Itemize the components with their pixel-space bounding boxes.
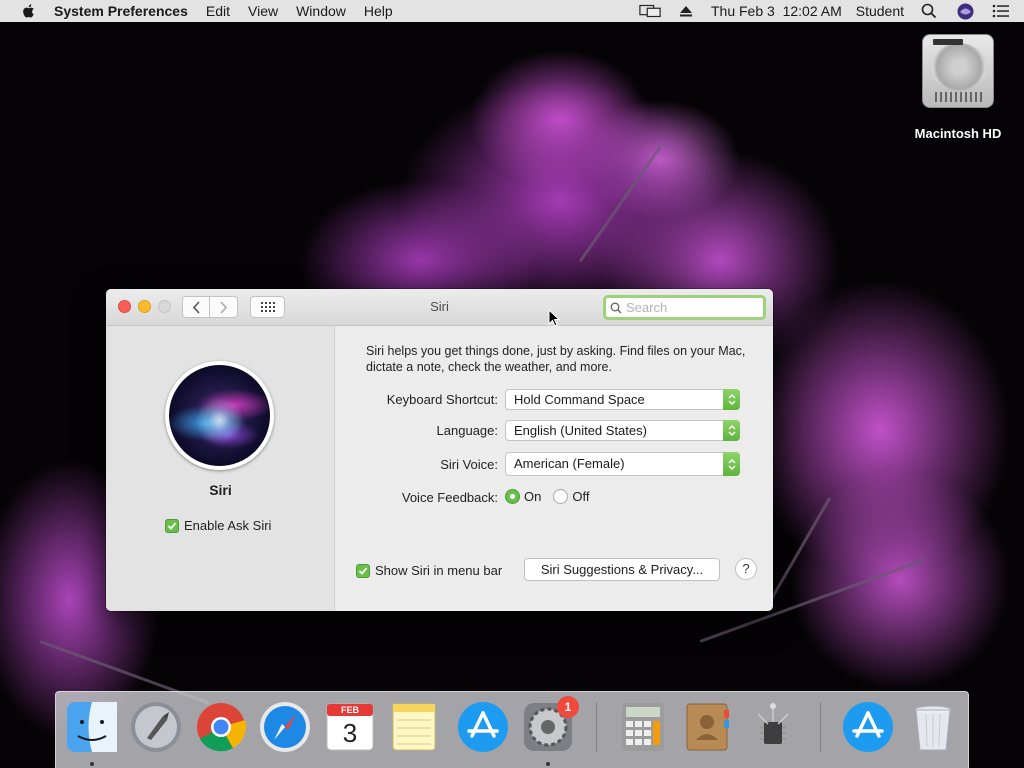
language-label: Language: [436,423,498,438]
calendar-day: 3 [342,718,358,748]
macintosh-hd-label: Macintosh HD [914,126,1002,141]
language-popup[interactable]: English (United States) [505,420,740,441]
menu-app-name[interactable]: System Preferences [54,3,188,19]
siri-title: Siri [209,482,232,498]
siri-description: Siri helps you get things done, just by … [366,344,746,374]
siri-voice-value: American (Female) [514,456,625,471]
siri-preferences-window: Siri Siri Enable Ask Siri Siri helps you… [106,289,773,611]
app-store-icon[interactable] [456,700,510,754]
calculator-icon[interactable] [616,700,670,754]
menu-view[interactable]: View [248,3,278,19]
siri-menubar-icon[interactable] [954,3,976,19]
running-indicator [90,762,94,766]
voice-feedback-on-label[interactable]: On [524,489,541,504]
spotlight-search-icon[interactable] [918,3,940,19]
menu-help[interactable]: Help [364,3,393,19]
siri-voice-popup[interactable]: American (Female) [505,452,740,476]
siri-sidebar: Siri Enable Ask Siri [106,326,335,611]
voice-feedback-off-label[interactable]: Off [572,489,589,504]
enable-ask-siri-label: Enable Ask Siri [184,518,272,533]
dock: FEB 3 1 [55,691,969,768]
checkmark-icon [356,563,370,578]
window-titlebar[interactable]: Siri [106,289,773,326]
updown-arrows-icon [723,452,740,476]
checkmark-icon [165,518,179,533]
dock-separator [596,702,597,752]
show-siri-menubar-label: Show Siri in menu bar [375,563,503,578]
trash-icon[interactable] [906,700,960,754]
apple-menu-icon[interactable] [20,3,38,19]
menu-bar: System Preferences Edit View Window Help… [0,0,1024,22]
voice-feedback-off-radio[interactable] [553,489,569,504]
voice-feedback-radio-group: On Off [505,489,589,504]
siri-icon [165,361,274,470]
notification-center-icon[interactable] [990,3,1012,19]
show-siri-menubar-checkbox[interactable]: Show Siri in menu bar [356,563,502,578]
updown-arrows-icon [723,420,740,441]
keyboard-shortcut-popup[interactable]: Hold Command Space [505,389,740,410]
siri-suggestions-privacy-button[interactable]: Siri Suggestions & Privacy... [524,558,720,581]
menu-edit[interactable]: Edit [206,3,230,19]
finder-icon[interactable] [65,700,119,754]
voice-feedback-label: Voice Feedback: [401,490,498,505]
eject-icon[interactable] [675,3,697,19]
menu-window[interactable]: Window [296,3,346,19]
system-information-icon[interactable] [746,700,800,754]
calendar-month: FEB [341,705,359,715]
search-icon [610,302,622,313]
search-field[interactable] [603,295,766,320]
chrome-icon[interactable] [194,700,248,754]
voice-feedback-on-radio[interactable] [505,489,520,504]
calendar-icon[interactable]: FEB 3 [323,700,377,754]
app-store-downloads-icon[interactable] [841,700,895,754]
help-button[interactable]: ? [735,558,757,580]
keyboard-shortcut-label: Keyboard Shortcut: [386,392,498,407]
siri-voice-label: Siri Voice: [440,457,498,472]
menubar-user[interactable]: Student [856,3,904,19]
contacts-icon[interactable] [680,700,734,754]
menubar-clock[interactable]: Thu Feb 3 12:02 AM [711,3,842,19]
enable-ask-siri-checkbox[interactable]: Enable Ask Siri [165,518,271,533]
notes-icon[interactable] [387,700,441,754]
dock-separator [820,702,821,752]
macintosh-hd-desktop-icon[interactable]: Macintosh HD [905,34,1011,141]
language-value: English (United States) [514,423,647,438]
siri-settings-pane: Siri helps you get things done, just by … [336,326,773,611]
hard-drive-icon [922,34,994,108]
safari-icon[interactable] [258,700,312,754]
running-indicator [546,762,550,766]
keyboard-shortcut-value: Hold Command Space [514,392,645,407]
search-input[interactable] [626,298,756,317]
notification-badge: 1 [557,696,579,718]
display-mirroring-icon[interactable] [639,3,661,19]
launchpad-icon[interactable] [129,700,183,754]
mouse-cursor-icon [548,309,560,327]
updown-arrows-icon [723,389,740,410]
system-preferences-icon[interactable]: 1 [521,696,579,754]
